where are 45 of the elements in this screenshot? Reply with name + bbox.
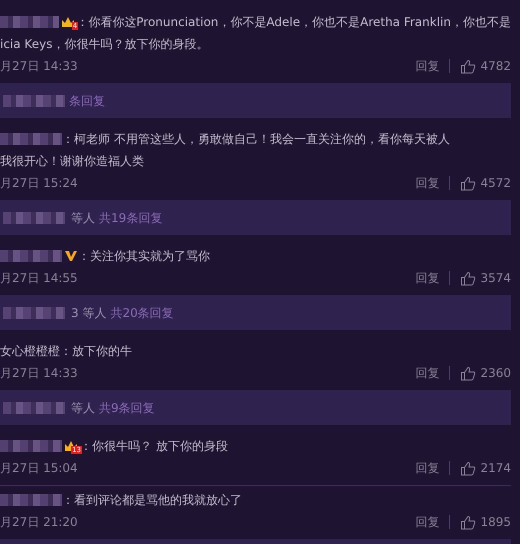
thumbs-up-icon[interactable] [460,514,476,530]
blurred-username [3,402,65,414]
replies-count-link[interactable]: 条回复 [69,92,105,110]
thumbs-up-icon[interactable] [460,460,476,476]
comment-text: icia Keys，你很牛吗？放下你的身段。 [0,36,208,53]
reply-link[interactable]: 回复 [415,55,440,77]
comment-date: 月27日 14:33 [0,58,78,75]
username: 女心橙橙橙 [0,343,60,360]
replies-people: 3 等人 [71,304,106,322]
reply-link[interactable]: 回复 [415,511,440,533]
like-count: 3574 [480,270,511,287]
comment-text: ：看到评论都是骂他的我就放心了 [62,492,242,509]
comment-date: 月27日 14:33 [0,365,78,382]
replies-count-link[interactable]: 共20条回复 [110,304,174,322]
replies-count-link[interactable]: 共19条回复 [99,208,162,226]
thumbs-up-icon[interactable] [460,176,476,190]
comment-text: ：你看你这Pronunciation，你不是Adele，你也不是Aretha Franklin，你也不是 [76,14,511,31]
comment-text: 我很开心！谢谢你造福人类 [0,153,144,170]
blurred-username [3,94,65,106]
thumbs-up-icon[interactable] [460,58,476,74]
verified-icon [64,250,78,262]
like-count: 4782 [480,58,511,75]
reply-link[interactable]: 回复 [415,457,440,479]
replies-people: 等人 [71,400,95,416]
like-count: 2174 [480,460,511,477]
like-count: 2360 [480,365,511,382]
blurred-username [3,212,65,224]
reply-link[interactable]: 回复 [415,267,440,289]
like-count: 1895 [480,514,511,531]
blurred-username [3,306,65,318]
comment-date: 月27日 15:24 [0,175,78,192]
thumbs-up-icon[interactable] [460,270,476,286]
comment-text: ：放下你的牛 [60,343,132,360]
reply-link[interactable]: 回复 [415,362,440,384]
comment-date: 月27日 14:55 [0,270,78,287]
like-count: 4572 [480,175,511,192]
thumbs-up-icon[interactable] [460,366,476,380]
comment-text: ：柯老师 不用管这些人，勇敢做自己！我会一直关注你的，看你每天被人 [62,131,450,148]
replies-count-link[interactable]: 共9条回复 [99,398,155,416]
reply-link[interactable]: 回复 [415,172,440,194]
comment-text: ：关注你其实就为了骂你 [78,248,210,265]
comment-date: 月27日 15:04 [0,460,78,477]
replies-people: 等人 [71,210,95,226]
comment-text: ：你很牛吗？ 放下你的身段 [80,438,228,455]
comment-date: 月27日 21:20 [0,514,78,531]
